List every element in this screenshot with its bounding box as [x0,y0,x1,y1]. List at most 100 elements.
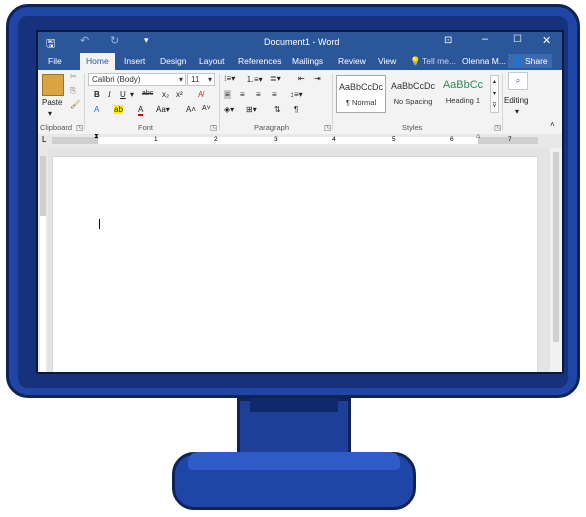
ruler-tick: 2 [214,136,218,143]
tab-selector[interactable]: L [42,135,46,144]
change-case-icon[interactable]: Aa▾ [156,105,170,114]
ruler-tick: 4 [332,136,336,143]
ribbon-display-icon[interactable]: ⊡ [444,35,452,46]
search-icon[interactable]: ⌕ [508,72,528,90]
collapse-ribbon-icon[interactable]: ˄ [550,120,555,129]
paste-icon[interactable] [42,74,64,96]
bold-icon[interactable]: B [94,90,100,99]
subscript-icon[interactable]: x₂ [162,90,169,99]
close-icon[interactable]: ✕ [542,34,551,47]
font-size-select[interactable]: 11 ▾ [187,73,215,86]
cut-icon[interactable]: ✂ [70,72,77,81]
sort-icon[interactable]: ⇅ [274,105,281,114]
clipboard-label: Clipboard [40,123,73,132]
ruler-margin-left [52,137,98,144]
document-area [38,148,562,372]
shrink-font-icon[interactable]: A˅ [202,105,211,112]
minimize-icon[interactable]: – [482,33,488,45]
scroll-thumb[interactable] [553,152,559,342]
style-normal[interactable]: AaBbCcDc ¶ Normal [336,75,386,113]
tab-mailings[interactable]: Mailings [292,56,323,66]
vruler-text-area [40,216,46,372]
tab-design[interactable]: Design [160,56,186,66]
numbering-icon[interactable]: ⒈≡▾ [246,74,263,85]
document-page[interactable] [52,156,538,372]
tell-me-box[interactable]: Tell me... [422,56,456,66]
italic-icon[interactable]: I [108,90,111,99]
vertical-scrollbar[interactable] [550,148,562,372]
multilevel-list-icon[interactable]: ≣▾ [270,74,281,83]
editing-button[interactable]: Editing [504,96,528,105]
tab-home[interactable]: Home [80,53,115,70]
styles-group-label: Styles [402,123,423,132]
vertical-ruler[interactable] [38,148,48,372]
line-spacing-icon[interactable]: ↕≡▾ [290,90,303,99]
indent-marker[interactable]: ⧗ [94,133,99,141]
superscript-icon[interactable]: x² [176,90,183,99]
justify-icon[interactable]: ≡ [272,90,277,99]
font-family-select[interactable]: Calibri (Body) ▾ [88,73,186,86]
styles-launcher-icon[interactable]: ◳ [494,123,501,132]
user-name[interactable]: Olenna M... [462,56,506,66]
underline-icon[interactable]: U [120,90,126,99]
grow-font-icon[interactable]: A˄ [186,105,196,114]
pilcrow-icon[interactable]: ¶ [294,105,298,114]
tab-file[interactable]: File [48,56,62,66]
horizontal-ruler[interactable]: L ⧗ 1 2 3 4 5 6 7 ⌂ [38,133,562,149]
divider [219,74,220,130]
chevron-down-icon: ▾ [207,75,212,84]
style-no-spacing[interactable]: AaBbCcDc No Spacing [388,75,438,113]
right-indent-marker[interactable]: ⌂ [476,133,480,140]
highlight-icon[interactable]: ab [114,105,123,114]
style-name: No Spacing [393,97,433,106]
strikethrough-icon[interactable]: abc [142,90,153,97]
text-effects-icon[interactable]: A [94,105,99,114]
share-button[interactable]: 👤 Share [508,54,552,68]
increase-indent-icon[interactable]: ⇥ [314,74,321,83]
copy-icon[interactable]: ⎘ [70,86,76,96]
style-heading-1[interactable]: AaBbCc Heading 1 [438,75,488,113]
tab-view[interactable]: View [378,56,396,66]
vruler-margin [40,156,46,216]
align-left-icon[interactable]: ≡ [224,90,231,99]
bullets-icon[interactable]: ⁝≡▾ [224,74,235,83]
lightbulb-icon: 💡 [410,56,421,66]
tab-layout[interactable]: Layout [199,56,225,66]
tab-references[interactable]: References [238,56,281,66]
redo-icon[interactable]: ↻ [110,34,119,47]
maximize-icon[interactable]: ☐ [513,34,522,45]
align-center-icon[interactable]: ≡ [240,90,245,99]
shading-icon[interactable]: ◈▾ [224,105,234,114]
customize-qat-icon[interactable]: ▾ [144,35,149,46]
decrease-indent-icon[interactable]: ⇤ [298,74,305,83]
underline-dropdown-icon[interactable]: ▾ [130,90,134,99]
font-group-label: Font [138,123,154,132]
paragraph-launcher-icon[interactable]: ◳ [324,123,331,132]
tab-review[interactable]: Review [338,56,366,66]
share-label: Share [524,56,548,66]
styles-scroll[interactable]: ▴ ▾ ⊽ [490,75,499,113]
divider [332,74,333,130]
chevron-down-icon: ▾ [178,75,183,84]
editing-dropdown-icon[interactable]: ▾ [515,107,519,116]
style-name: Heading 1 [445,96,481,105]
tab-insert[interactable]: Insert [124,56,145,66]
ruler-tick: 7 [508,136,512,143]
monitor-base-top [188,452,400,470]
ribbon: Paste ▾ ✂ ⎘ 🖌 Clipboard ◳ Calibri (Body)… [38,70,562,135]
divider [84,74,85,130]
paste-dropdown-icon[interactable]: ▾ [48,109,52,118]
format-painter-icon[interactable]: 🖌 [70,100,80,109]
ruler-tick: 6 [450,136,454,143]
align-right-icon[interactable]: ≡ [256,90,261,99]
ruler-tick: 1 [154,136,158,143]
clipboard-launcher-icon[interactable]: ◳ [76,123,83,132]
undo-icon[interactable]: ↶ [80,34,89,47]
borders-icon[interactable]: ⊞▾ [246,105,257,114]
font-launcher-icon[interactable]: ◳ [210,123,217,132]
paste-button[interactable]: Paste [42,98,62,107]
clear-formatting-icon[interactable]: A̸ [198,90,203,99]
font-color-icon[interactable]: A [138,105,144,116]
style-preview: AaBbCcDc [390,81,435,91]
window-title: Document1 - Word [264,37,340,47]
